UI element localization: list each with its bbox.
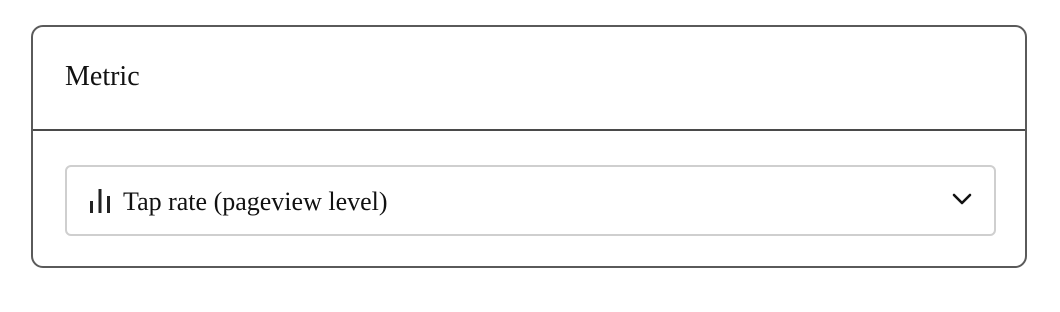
metric-card-header: Metric [33,27,1025,131]
metric-select-value: Tap rate (pageview level) [123,187,388,216]
metric-card-body: Tap rate (pageview level) [33,131,1025,268]
card-title: Metric [65,61,140,92]
chevron-down-icon[interactable] [952,192,972,206]
metric-select[interactable]: Tap rate (pageview level) [65,165,996,236]
bar-chart-icon [88,188,112,214]
metric-card: Metric Tap rate (pageview level) [31,25,1027,268]
